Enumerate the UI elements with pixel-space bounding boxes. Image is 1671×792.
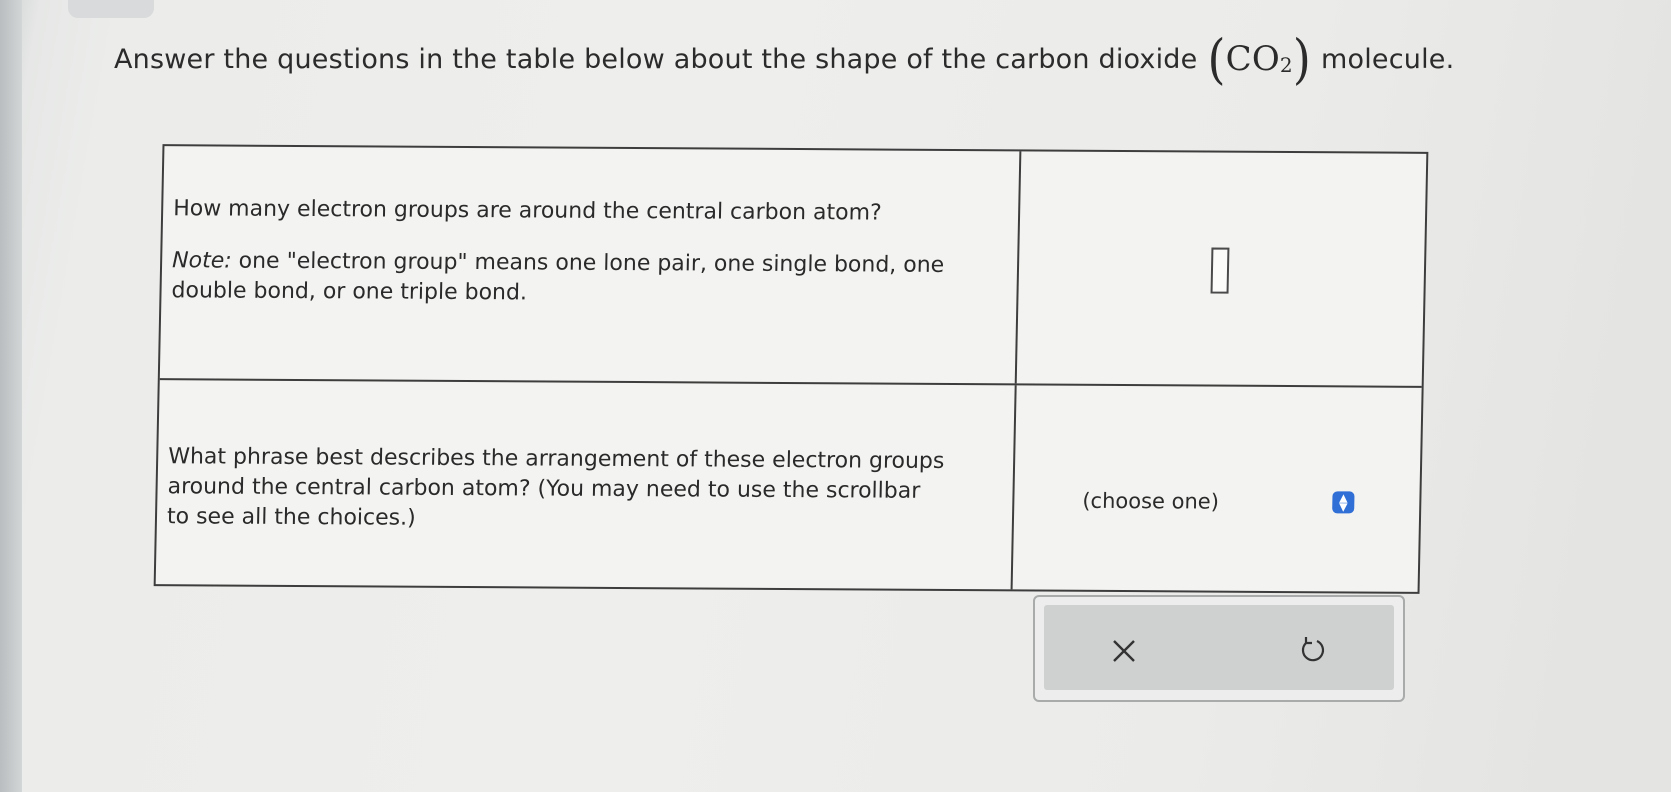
question-1-note: Note: one "electron group" means one lon… bbox=[171, 246, 992, 311]
clear-button[interactable] bbox=[1094, 623, 1154, 679]
table-row-electron-groups: How many electron groups are around the … bbox=[159, 146, 1427, 388]
note-label: Note: bbox=[171, 248, 232, 274]
formula-close-paren: ) bbox=[1292, 27, 1311, 91]
co2-formula: ( CO 2 ) bbox=[1207, 33, 1311, 86]
left-edge bbox=[0, 0, 22, 792]
formula-main: CO bbox=[1225, 39, 1280, 79]
question-cell-2: What phrase best describes the arrangeme… bbox=[155, 380, 1017, 590]
action-bar-inner bbox=[1044, 605, 1394, 690]
arrangement-select[interactable]: (choose one) ▲ ▼ bbox=[1072, 484, 1363, 520]
undo-button[interactable] bbox=[1282, 623, 1342, 679]
table-row-arrangement: What phrase best describes the arrangeme… bbox=[155, 380, 1422, 592]
answer-cell-1 bbox=[1017, 151, 1427, 385]
question-cell-1: How many electron groups are around the … bbox=[159, 146, 1022, 384]
answer-cell-2: (choose one) ▲ ▼ bbox=[1013, 385, 1422, 591]
question-title: Answer the questions in the table below … bbox=[114, 33, 1455, 86]
select-value: (choose one) bbox=[1082, 488, 1220, 514]
question-1-text: How many electron groups are around the … bbox=[172, 196, 882, 226]
question-2-text: What phrase best describes the arrangeme… bbox=[166, 444, 945, 531]
title-prefix: Answer the questions in the table below … bbox=[114, 43, 1198, 75]
undo-icon bbox=[1301, 637, 1325, 662]
top-tab[interactable] bbox=[68, 0, 154, 18]
title-suffix: molecule. bbox=[1321, 43, 1455, 75]
x-icon bbox=[1113, 640, 1135, 662]
action-bar bbox=[1033, 595, 1405, 702]
formula-subscript: 2 bbox=[1279, 53, 1293, 77]
electron-groups-input[interactable] bbox=[1210, 247, 1230, 294]
formula-open-paren: ( bbox=[1207, 27, 1226, 91]
question-table: How many electron groups are around the … bbox=[153, 144, 1429, 594]
note-text: one "electron group" means one lone pair… bbox=[171, 248, 945, 306]
select-arrows-icon: ▲ ▼ bbox=[1332, 491, 1355, 514]
